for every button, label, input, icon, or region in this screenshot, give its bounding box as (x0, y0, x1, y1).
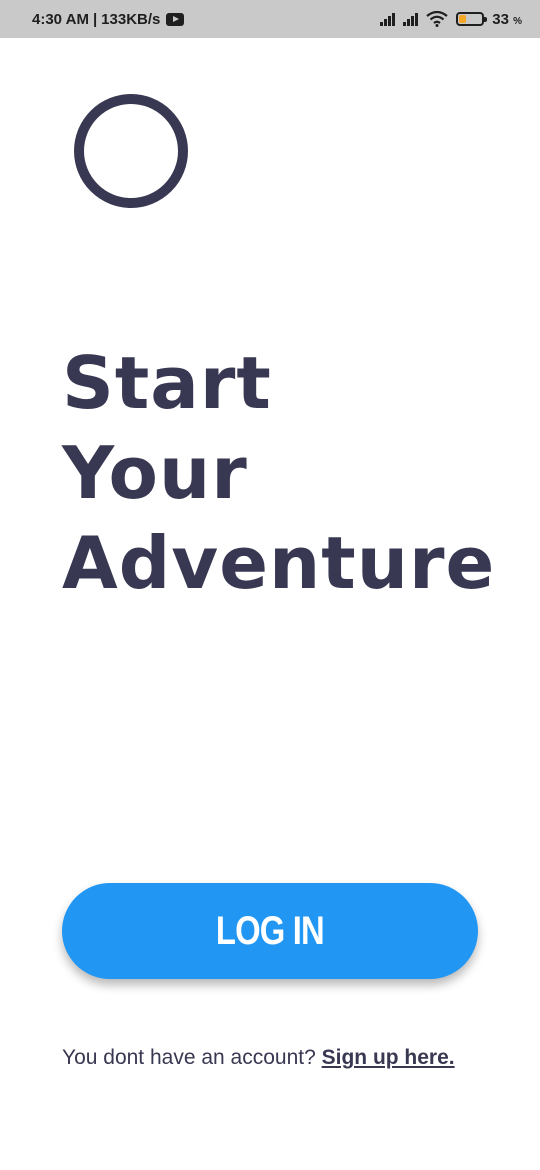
status-bar-right: 33 % (380, 11, 522, 28)
login-button-label: LOG IN (215, 908, 325, 953)
network-speed: 133KB/s (101, 10, 161, 28)
headline-line-3: Adventure (62, 521, 496, 605)
status-bar: 4:30 AM | 133KB/s 33 % (0, 0, 540, 38)
battery-percent: 33 % (492, 10, 522, 28)
headline-line-1: Start (62, 341, 272, 425)
login-button[interactable]: LOG IN (62, 883, 478, 979)
headline: Start Your Adventure (62, 338, 495, 608)
headline-line-2: Your (62, 431, 248, 515)
signal-icon-2 (403, 12, 419, 26)
signup-prompt: You dont have an account? (62, 1046, 322, 1069)
circle-logo-icon (74, 94, 188, 208)
youtube-icon (166, 12, 185, 26)
signal-icon (380, 12, 396, 26)
status-separator: | (92, 10, 98, 28)
clock: 4:30 AM (32, 10, 89, 28)
battery-level (459, 15, 467, 23)
signup-line: You dont have an account? Sign up here. (62, 1046, 455, 1070)
wifi-icon (426, 11, 448, 27)
battery-icon (456, 12, 488, 26)
signup-link[interactable]: Sign up here. (322, 1046, 455, 1069)
status-bar-left: 4:30 AM | 133KB/s (32, 10, 185, 28)
